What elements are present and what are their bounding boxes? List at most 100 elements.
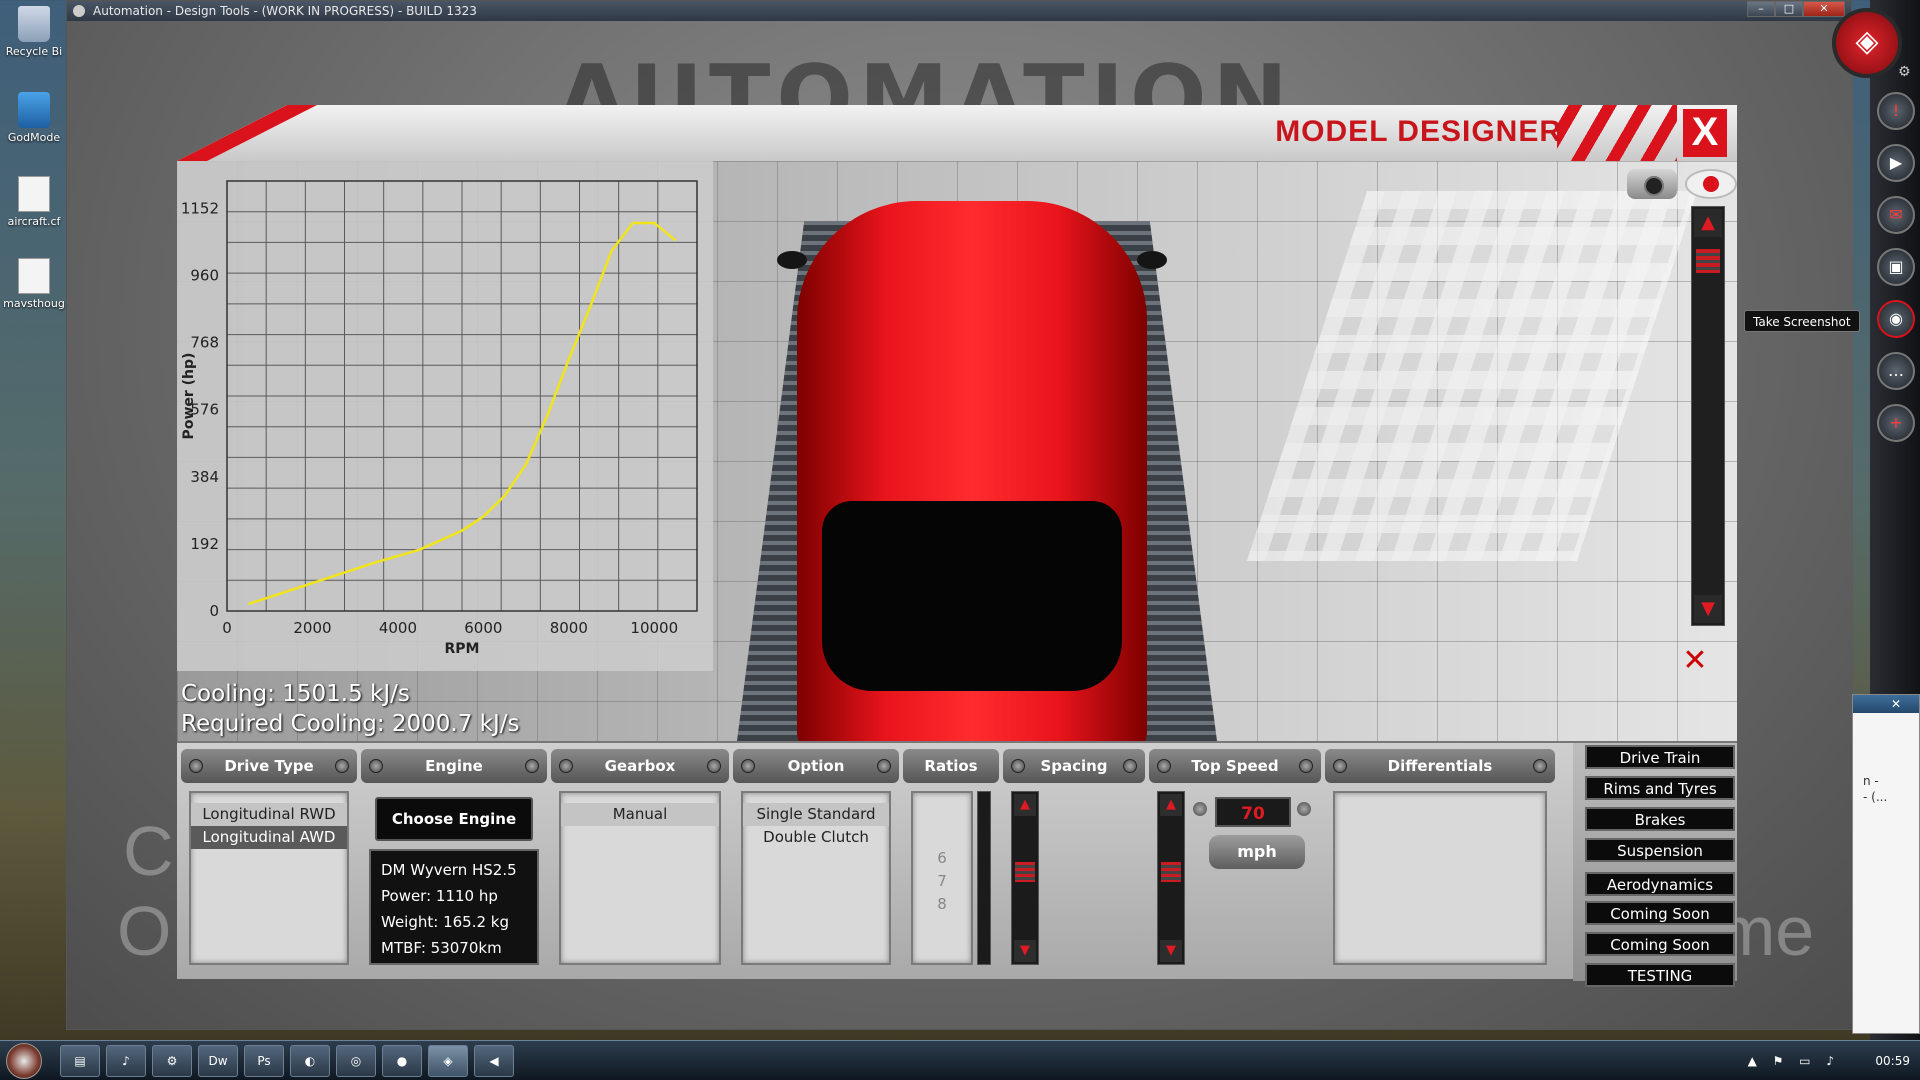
engine-info: DM Wyvern HS2.5 Power: 1110 hp Weight: 1…: [369, 849, 539, 965]
menu-suspension[interactable]: Suspension: [1585, 838, 1735, 862]
option-section: Option Single Standard Double Clutch: [733, 749, 899, 971]
engine-header: Engine: [361, 749, 547, 783]
window-title-bar[interactable]: Automation - Design Tools - (WORK IN PRO…: [67, 1, 1851, 21]
desktop-icon-mavsthoug[interactable]: mavsthoug: [2, 258, 66, 310]
menu-rims-and-tyres[interactable]: Rims and Tyres: [1585, 776, 1735, 800]
knob-icon: [335, 759, 349, 773]
view-scrollbar[interactable]: ▲ ▼: [1691, 206, 1725, 626]
designer-close-button[interactable]: X: [1683, 109, 1727, 157]
desktop-icon-aircraft[interactable]: aircraft.cf: [2, 176, 66, 228]
video-icon[interactable]: ▣: [1877, 248, 1915, 286]
window-title: Automation - Design Tools - (WORK IN PRO…: [93, 4, 477, 18]
taskbar-automation-icon[interactable]: ◈: [428, 1045, 468, 1077]
differentials-list: [1333, 791, 1547, 965]
car-viewport[interactable]: 0 2000 4000 6000 8000 10000 0 192 384 576 768 960 11…: [177, 161, 1737, 741]
menu-testing[interactable]: TESTING: [1585, 963, 1735, 987]
camera-icon[interactable]: ◉: [1877, 300, 1915, 338]
add-icon[interactable]: +: [1877, 404, 1915, 442]
menu-aerodynamics[interactable]: Aerodynamics: [1585, 872, 1735, 896]
engine-mtbf: MTBF: 53070km: [381, 939, 502, 957]
taskbar-media-icon[interactable]: ♪: [106, 1045, 146, 1077]
menu-drive-train[interactable]: Drive Train: [1585, 745, 1735, 769]
option-list: Single Standard Double Clutch: [741, 791, 891, 965]
spacing-up-button[interactable]: ▲: [1014, 794, 1036, 816]
clock[interactable]: 00:59: [1875, 1054, 1910, 1068]
list-item[interactable]: 6: [913, 847, 971, 870]
y-tick-label: 0: [209, 602, 219, 620]
taskbar-app-icon[interactable]: ◐: [290, 1045, 330, 1077]
desktop-icon-label: Recycle Bi: [5, 45, 63, 58]
top-speed-value-row: 70: [1193, 791, 1317, 827]
top-speed-slider-thumb[interactable]: [1161, 862, 1181, 882]
chat-icon[interactable]: …: [1877, 352, 1915, 390]
start-button[interactable]: [6, 1043, 42, 1079]
list-item[interactable]: Manual: [561, 803, 719, 826]
taskbar-photoshop-icon[interactable]: Ps: [244, 1045, 284, 1077]
top-speed-label: Top Speed: [1191, 757, 1279, 775]
engine-power: Power: 1110 hp: [381, 887, 498, 905]
top-speed-slider[interactable]: ▲ ▼: [1157, 791, 1185, 965]
taskbar-chrome-icon[interactable]: ◎: [336, 1045, 376, 1077]
app-icon: [18, 92, 50, 128]
youtube-icon[interactable]: ▶: [1877, 144, 1915, 182]
gear-icon[interactable]: ⚙: [1898, 64, 1911, 80]
ratios-list: 6 7 8: [911, 791, 973, 965]
list-item[interactable]: Single Standard: [743, 803, 889, 826]
x-tick-label: 6000: [464, 619, 502, 637]
spacing-header: Spacing: [1003, 749, 1145, 783]
scroll-down-button[interactable]: ▼: [1694, 595, 1722, 623]
list-item[interactable]: Longitudinal AWD: [191, 826, 347, 849]
y-axis-label: Power (hp): [181, 353, 197, 440]
speed-unit-toggle[interactable]: mph: [1209, 835, 1305, 869]
reset-view-icon[interactable]: ✕: [1675, 646, 1715, 676]
taskbar-dreamweaver-icon[interactable]: Dw: [198, 1045, 238, 1077]
mail-icon[interactable]: ✉: [1877, 196, 1915, 234]
desktop-icon-recycle-bin[interactable]: Recycle Bi: [2, 6, 66, 58]
list-item[interactable]: 8: [913, 893, 971, 916]
knob-icon: [1193, 802, 1207, 816]
ratios-header: Ratios: [903, 749, 999, 783]
spacing-down-button[interactable]: ▼: [1014, 940, 1036, 962]
document-icon: [18, 176, 50, 212]
taskbar-steam-icon[interactable]: ⚙: [152, 1045, 192, 1077]
window-close-button[interactable]: ✕: [1803, 1, 1845, 17]
top-speed-up-button[interactable]: ▲: [1160, 794, 1182, 816]
spacing-slider-thumb[interactable]: [1015, 862, 1035, 882]
alert-icon[interactable]: !: [1877, 92, 1915, 130]
tray-icons[interactable]: ▲ ⚑ ▭ ♪: [1690, 1041, 1840, 1080]
x-axis-label: RPM: [445, 641, 480, 657]
list-item[interactable]: 7: [913, 870, 971, 893]
choose-engine-button[interactable]: Choose Engine: [375, 797, 533, 841]
taskbar-explorer-icon[interactable]: ▤: [60, 1045, 100, 1077]
top-speed-value[interactable]: 70: [1215, 797, 1291, 827]
camera-icon[interactable]: [1627, 169, 1677, 199]
background-text: O: [117, 892, 172, 970]
taskbar-record-icon[interactable]: ●: [382, 1045, 422, 1077]
popup-close-button[interactable]: ✕: [1853, 695, 1919, 713]
desktop-icon-label: aircraft.cf: [7, 215, 61, 228]
maximize-button[interactable]: □: [1775, 1, 1803, 17]
y-tick-label: 1152: [181, 199, 219, 217]
menu-coming-soon-1[interactable]: Coming Soon: [1585, 901, 1735, 925]
knob-icon: [877, 759, 891, 773]
taskbar-audio-icon[interactable]: ◀: [474, 1045, 514, 1077]
ratios-scrollbar[interactable]: [977, 791, 991, 965]
differentials-section: Differentials: [1325, 749, 1555, 971]
scroll-thumb[interactable]: [1696, 249, 1720, 273]
knob-icon: [369, 759, 383, 773]
scroll-up-button[interactable]: ▲: [1694, 209, 1722, 237]
car-rear-window: [822, 501, 1122, 691]
menu-brakes[interactable]: Brakes: [1585, 807, 1735, 831]
eye-icon[interactable]: [1685, 169, 1737, 199]
engine-name: DM Wyvern HS2.5: [381, 861, 517, 879]
minimize-button[interactable]: –: [1747, 1, 1775, 17]
overlay-logo-icon[interactable]: ◈: [1832, 8, 1902, 78]
spacing-slider[interactable]: ▲ ▼: [1011, 791, 1039, 965]
menu-coming-soon-2[interactable]: Coming Soon: [1585, 932, 1735, 956]
header-stripes: [1557, 105, 1677, 161]
desktop-icon-label: mavsthoug: [3, 297, 65, 310]
desktop-icon-godmode[interactable]: GodMode: [2, 92, 66, 144]
list-item[interactable]: Longitudinal RWD: [191, 803, 347, 826]
list-item[interactable]: Double Clutch: [743, 826, 889, 849]
top-speed-down-button[interactable]: ▼: [1160, 940, 1182, 962]
